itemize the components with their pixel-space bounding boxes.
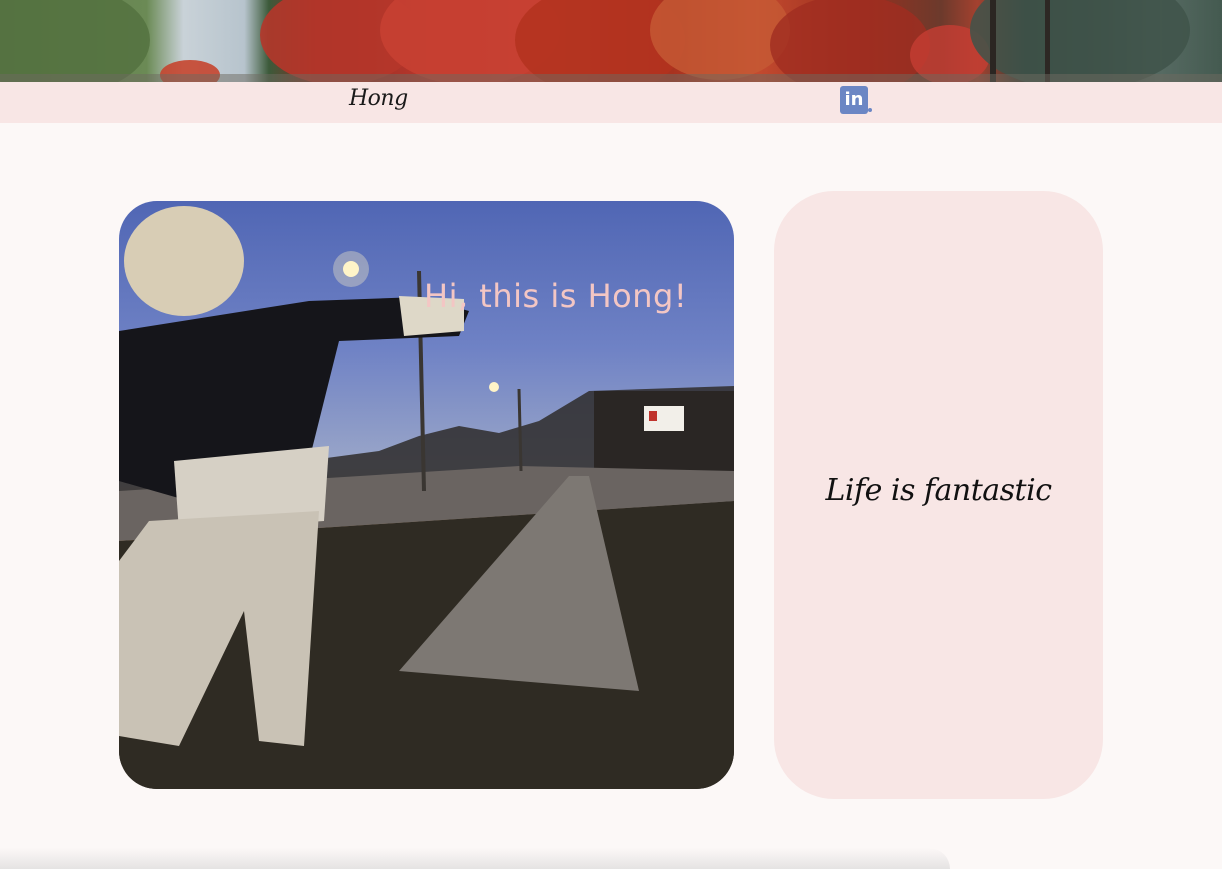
- tagline-card: Life is fantastic: [774, 191, 1103, 799]
- hero-photo-card: Hi, this is Hong!: [119, 201, 734, 789]
- linkedin-icon[interactable]: in: [840, 86, 868, 114]
- hero-title: Hi, this is Hong!: [424, 277, 688, 315]
- linkedin-registered-mark: [868, 108, 872, 112]
- site-brand-link[interactable]: Hong: [349, 86, 408, 111]
- navigation-bar: [0, 82, 1222, 123]
- bottom-shadow: [0, 848, 950, 869]
- tagline-text: Life is fantastic: [825, 473, 1052, 508]
- banner-photo: [0, 0, 1222, 82]
- page: Hong in Hi, this is Hong! Life is fantas…: [0, 0, 1222, 869]
